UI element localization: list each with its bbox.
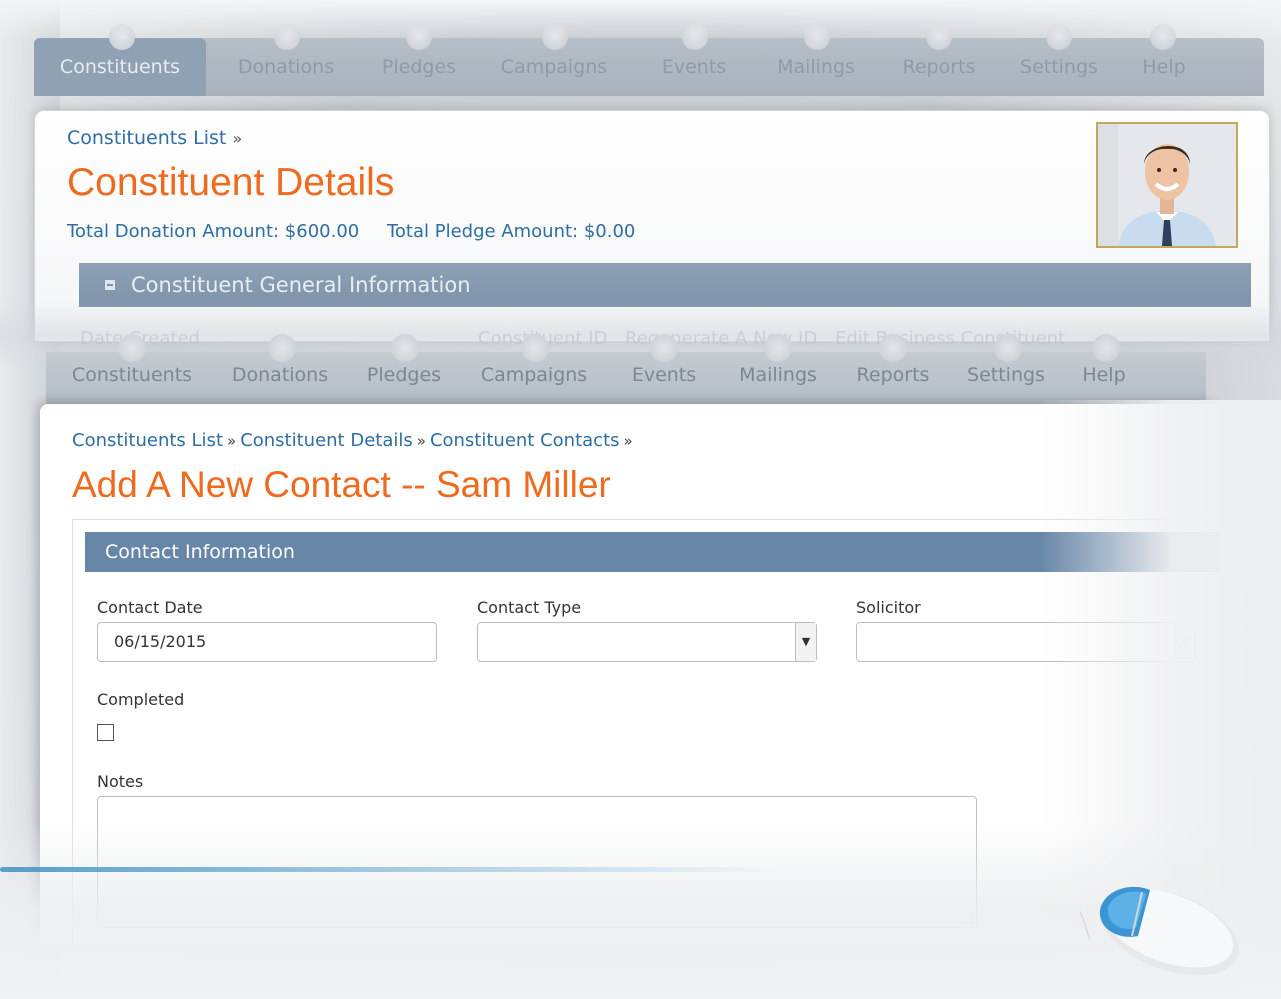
breadcrumb-separator: » — [232, 129, 243, 148]
constituents-nav-icon — [118, 334, 146, 362]
main-nav-back: Constituents Donations Pledges Campaigns… — [34, 24, 1264, 96]
contact-type-select[interactable]: ▼ — [477, 622, 817, 662]
solicitor-label: Solicitor — [856, 598, 921, 617]
help-nav-icon — [1150, 24, 1176, 50]
page-title: Constituent Details — [67, 161, 395, 204]
decorative-blue-line — [0, 867, 780, 872]
main-nav-front: Constituents Donations Pledges Campaigns… — [46, 334, 1206, 404]
campaigns-nav-icon — [521, 334, 549, 362]
constituent-details-panel: Constituents List » Constituent Details … — [34, 110, 1270, 342]
page-title: Add A New Contact -- Sam Miller — [72, 464, 611, 505]
help-nav-icon — [1092, 334, 1120, 362]
campaigns-nav-icon — [542, 24, 568, 50]
chevron-down-icon[interactable]: ▼ — [1174, 623, 1195, 661]
totals-summary: Total Donation Amount: $600.00 Total Ple… — [67, 221, 657, 242]
settings-nav-icon — [994, 334, 1022, 362]
contact-type-label: Contact Type — [477, 598, 582, 617]
contact-form: Contact Information Contact Date 06/15/2… — [72, 519, 1220, 944]
settings-nav-icon — [1046, 24, 1072, 50]
breadcrumb: Constituents List » — [67, 127, 242, 149]
collapse-icon[interactable] — [105, 280, 115, 290]
solicitor-select[interactable]: ▼ — [856, 622, 1196, 662]
constituent-photo — [1096, 122, 1238, 248]
breadcrumb-constituent-details[interactable]: Constituent Details — [240, 430, 413, 451]
resize-grip-icon[interactable] — [963, 914, 973, 924]
general-information-section-header[interactable]: Constituent General Information — [79, 263, 1251, 307]
pledges-nav-icon — [406, 24, 432, 50]
mailings-nav-icon — [804, 24, 830, 50]
edit-business-constituent-link[interactable]: Edit Business Constituent — [835, 328, 1065, 349]
breadcrumb-separator: » — [227, 432, 237, 450]
total-donation-amount: Total Donation Amount: $600.00 — [67, 221, 360, 242]
completed-label: Completed — [97, 690, 185, 709]
contact-date-label: Contact Date — [97, 598, 203, 617]
contact-information-section-header: Contact Information — [85, 532, 1220, 572]
donations-nav-icon — [268, 334, 296, 362]
total-pledge-amount: Total Pledge Amount: $0.00 — [386, 221, 636, 242]
breadcrumb-separator: » — [416, 432, 426, 450]
mailings-nav-icon — [764, 334, 792, 362]
chevron-down-icon[interactable]: ▼ — [795, 623, 816, 661]
reports-nav-icon — [879, 334, 907, 362]
breadcrumb-constituents-list[interactable]: Constituents List — [72, 430, 223, 451]
breadcrumb: Constituents List» Constituent Details» Co… — [72, 430, 637, 451]
pledges-nav-icon — [391, 334, 419, 362]
constituents-nav-icon — [109, 24, 135, 50]
events-nav-icon — [650, 334, 678, 362]
section-title: Constituent General Information — [131, 273, 471, 297]
breadcrumb-constituents-list[interactable]: Constituents List — [67, 127, 226, 149]
reports-nav-icon — [926, 24, 952, 50]
contact-date-input[interactable]: 06/15/2015 — [97, 622, 437, 662]
donations-nav-icon — [274, 24, 300, 50]
breadcrumb-separator: » — [623, 432, 633, 450]
completed-checkbox[interactable] — [97, 724, 114, 741]
computer-mouse-icon — [779, 870, 1250, 980]
events-nav-icon — [682, 24, 708, 50]
notes-label: Notes — [97, 772, 144, 791]
breadcrumb-constituent-contacts[interactable]: Constituent Contacts — [430, 430, 620, 451]
notes-textarea[interactable] — [97, 796, 977, 928]
add-contact-panel: Constituents List» Constituent Details» Co… — [40, 404, 1220, 944]
constituent-details-window: Constituents Donations Pledges Campaigns… — [10, 0, 1281, 342]
